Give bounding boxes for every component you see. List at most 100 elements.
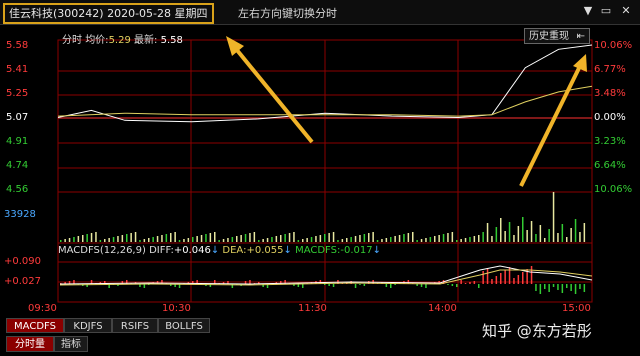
volume-bar [306, 238, 308, 242]
volume-bar [385, 238, 388, 242]
macd-bar [425, 284, 427, 288]
macd-bar [570, 284, 572, 291]
volume-bar [434, 236, 436, 242]
volume-bars-group [60, 192, 586, 242]
left-tick: 4.56 [6, 184, 29, 195]
macd-tick-mid: +0.027 [4, 276, 42, 287]
diff-down-icon: ↓ [210, 245, 220, 256]
diff-line [59, 265, 593, 285]
tab-macdfs[interactable]: MACDFS [6, 318, 64, 333]
volume-bar [73, 237, 75, 242]
volume-bar [104, 239, 106, 242]
volume-bar [548, 229, 550, 242]
volume-bar [438, 235, 440, 242]
volume-bar [192, 237, 194, 242]
macd-bar [385, 284, 388, 287]
volume-bar [231, 237, 234, 242]
right-tick: 0.00% [594, 112, 626, 123]
macd-bar [143, 284, 146, 288]
macd-bar [535, 284, 537, 291]
dea-down-icon: ↓ [283, 245, 292, 256]
volume-bar [319, 235, 322, 242]
volume-bar [486, 223, 489, 242]
macd-bar [579, 284, 581, 289]
history-label: 历史重现 [529, 31, 569, 42]
volume-bar [451, 232, 454, 242]
macd-bars-group [59, 265, 593, 294]
macd-info: MACDFS(12,26,9) DIFF:+0.046↓ DEA:+0.055↓… [58, 245, 381, 256]
macd-bar [583, 284, 586, 292]
time-label-1500: 15:00 [562, 303, 591, 314]
volume-bar [161, 235, 163, 242]
volume-bar [196, 236, 198, 242]
left-tick: 5.41 [6, 64, 29, 75]
macd-bar [500, 273, 502, 284]
tab-volume[interactable]: 分时量 [6, 336, 54, 352]
macd-bar [469, 282, 471, 284]
volume-bar [561, 224, 564, 242]
tab-kdjfs[interactable]: KDJFS [64, 318, 112, 333]
chart-grid [57, 39, 593, 303]
macd-bar [456, 284, 458, 287]
macd-bar [482, 271, 484, 284]
macd-bar [478, 284, 480, 288]
diff-label: DIFF: [149, 245, 174, 256]
history-replay-button[interactable]: 历史重现 ⇤ [524, 28, 590, 44]
navigation-hint: 左右方向键切换分时 [238, 7, 337, 20]
volume-bar [139, 240, 141, 242]
volume-bar [473, 236, 476, 242]
right-tick: 3.48% [594, 88, 626, 99]
volume-bar [416, 240, 418, 242]
volume-bar [469, 237, 471, 242]
tab-indicator[interactable]: 指标 [54, 336, 88, 352]
last-label: 最新: [134, 35, 158, 46]
tab-rsifs[interactable]: RSIFS [112, 318, 158, 333]
macd-bar [495, 276, 498, 284]
close-button[interactable]: ✕ [618, 4, 634, 18]
volume-bar [460, 239, 462, 242]
volume-bar [253, 232, 256, 242]
volume-bar [420, 239, 423, 242]
macd-bar [420, 284, 423, 287]
macd-bar [390, 284, 392, 288]
left-tick: 5.25 [6, 88, 29, 99]
minimize-button[interactable]: ▼ [580, 4, 596, 18]
macd-bar [302, 284, 304, 288]
volume-bar [165, 234, 168, 242]
macd-bar [394, 284, 396, 285]
volume-bar [244, 234, 247, 242]
macd-bar [486, 268, 489, 284]
tab-bollfs[interactable]: BOLLFS [158, 318, 210, 333]
volume-bar [310, 237, 313, 242]
volume-bar [60, 240, 62, 242]
macd-bar [249, 280, 251, 284]
volume-bar [187, 238, 190, 242]
volume-bar [174, 232, 176, 242]
volume-bar [579, 232, 581, 242]
volume-bar [284, 234, 286, 242]
macd-bar [464, 283, 467, 284]
macd-tick-high: +0.090 [4, 256, 42, 267]
macd-bar [328, 284, 330, 286]
volume-bar [249, 233, 251, 242]
right-tick: 6.77% [594, 64, 626, 75]
volume-bar [183, 239, 185, 242]
replay-icon: ⇤ [576, 31, 585, 42]
macd-bar [548, 284, 550, 292]
volume-bar [442, 234, 445, 242]
volume-bar [482, 232, 484, 242]
macd-bar [504, 270, 506, 284]
intraday-chart[interactable] [0, 24, 640, 316]
volume-bar [368, 233, 370, 242]
macd-bar [460, 280, 462, 284]
volume-bar [315, 236, 317, 242]
restore-button[interactable]: ▭ [598, 4, 614, 18]
left-tick: 4.91 [6, 136, 29, 147]
macd-bar [324, 284, 326, 285]
volume-bar [266, 238, 269, 242]
volume-bar [214, 232, 216, 242]
time-label-1130: 11:30 [298, 303, 327, 314]
price-info: 分时 均价:5.29 最新: 5.58 [62, 31, 183, 46]
volume-bar [526, 230, 528, 242]
macd-bar [359, 284, 361, 285]
